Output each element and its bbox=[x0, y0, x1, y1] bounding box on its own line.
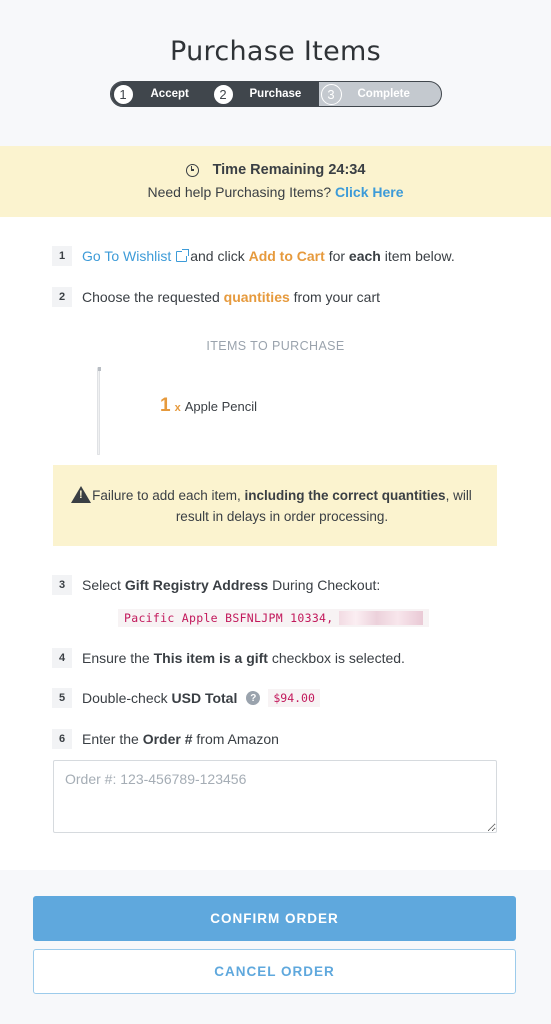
instruction-step-5: 5 Double-check USD Total ? $94.00 bbox=[52, 688, 320, 708]
step-text: Choose the requested bbox=[82, 289, 220, 305]
step-label: Accept bbox=[150, 88, 189, 100]
instruction-step-3: 3 Select Gift Registry Address During Ch… bbox=[52, 575, 380, 595]
step-text: from Amazon bbox=[196, 731, 279, 747]
step-emphasis: Order # bbox=[142, 731, 193, 747]
confirm-order-button[interactable]: CONFIRM ORDER bbox=[33, 896, 516, 941]
step-emphasis: each bbox=[348, 248, 381, 264]
external-link-icon[interactable] bbox=[176, 248, 190, 262]
instruction-step-4: 4 Ensure the This item is a gift checkbo… bbox=[52, 648, 405, 668]
instruction-step-2: 2 Choose the requested quantities from y… bbox=[52, 287, 380, 307]
step-accept: 1 Accept bbox=[110, 82, 211, 106]
instruction-step-6: 6 Enter the Order # from Amazon bbox=[52, 729, 279, 749]
step-label: Purchase bbox=[249, 88, 302, 100]
step-emphasis: This item is a gift bbox=[153, 650, 268, 666]
timer-banner: Time Remaining 24:34 Need help Purchasin… bbox=[0, 146, 551, 217]
clock-icon bbox=[185, 163, 199, 177]
instruction-step-1: 1 Go To Wishlist and click Add to Cart f… bbox=[52, 246, 455, 266]
progress-stepper: 1 Accept 2 Purchase 3 Complete bbox=[109, 81, 442, 107]
redacted-address bbox=[339, 611, 424, 625]
step-text: During Checkout: bbox=[272, 577, 381, 593]
step-text: item below. bbox=[384, 248, 455, 264]
warning-text-part: Failure to add each item, bbox=[92, 487, 241, 503]
step-purchase: 2 Purchase bbox=[210, 82, 319, 106]
quantities-text: quantities bbox=[223, 289, 290, 305]
time-remaining-label: Time Remaining 24:34 bbox=[212, 162, 366, 178]
address-text: Pacific Apple BSFNLJPM 10334, bbox=[124, 611, 334, 625]
step-badge: 6 bbox=[52, 729, 72, 749]
instructions-panel: 1 Go To Wishlist and click Add to Cart f… bbox=[0, 217, 551, 870]
step-badge: 5 bbox=[52, 688, 72, 708]
step-text: Select bbox=[82, 577, 121, 593]
item-quantity: 1 bbox=[160, 395, 171, 416]
item-name: Apple Pencil bbox=[184, 399, 257, 414]
page-header: Purchase Items 1 Accept 2 Purchase 3 Com… bbox=[0, 0, 551, 146]
order-number-input[interactable] bbox=[53, 760, 497, 833]
question-icon[interactable]: ? bbox=[246, 691, 261, 705]
step-text: checkbox is selected. bbox=[271, 650, 405, 666]
step-text: Double-check bbox=[82, 690, 168, 706]
step-badge: 3 bbox=[52, 575, 72, 595]
step-badge: 4 bbox=[52, 648, 72, 668]
add-to-cart-text: Add to Cart bbox=[248, 248, 325, 264]
step-label: Complete bbox=[357, 88, 410, 100]
item-times: x bbox=[174, 402, 181, 414]
step-text: Ensure the bbox=[82, 650, 150, 666]
warning-text: Failure to add each item, including the … bbox=[53, 485, 497, 527]
apple-pencil-image bbox=[96, 367, 102, 457]
step-badge: 2 bbox=[52, 287, 72, 307]
step-badge: 1 bbox=[52, 246, 72, 266]
usd-total: $94.00 bbox=[268, 689, 320, 707]
step-text: and click bbox=[190, 248, 245, 264]
step-emphasis: Gift Registry Address bbox=[124, 577, 269, 593]
warning-emphasis: including the correct quantities bbox=[244, 487, 446, 503]
action-footer: CONFIRM ORDER CANCEL ORDER bbox=[0, 870, 551, 1024]
gift-registry-address: Pacific Apple BSFNLJPM 10334, bbox=[118, 609, 430, 627]
items-title: ITEMS TO PURCHASE bbox=[206, 339, 345, 353]
wishlist-link[interactable]: Go To Wishlist bbox=[82, 248, 171, 264]
help-link[interactable]: Click Here bbox=[335, 184, 403, 200]
step-emphasis: USD Total bbox=[171, 690, 238, 706]
step-complete: 3 Complete bbox=[319, 82, 441, 106]
cancel-order-button[interactable]: CANCEL ORDER bbox=[33, 949, 516, 994]
step-number: 3 bbox=[320, 83, 342, 105]
item-row: 1 x Apple Pencil bbox=[160, 395, 257, 417]
pencil-graphic bbox=[97, 367, 101, 455]
help-line: Need help Purchasing Items? Click Here bbox=[0, 184, 551, 200]
page-title: Purchase Items bbox=[170, 36, 381, 67]
step-text: Enter the bbox=[82, 731, 139, 747]
step-text: from your cart bbox=[293, 289, 381, 305]
help-text: Need help Purchasing Items? bbox=[147, 184, 332, 200]
step-text: for bbox=[328, 248, 346, 264]
step-number: 1 bbox=[112, 83, 134, 105]
warning-icon bbox=[71, 486, 91, 503]
time-remaining: Time Remaining 24:34 bbox=[0, 162, 551, 178]
step-number: 2 bbox=[212, 83, 234, 105]
warning-banner: Failure to add each item, including the … bbox=[53, 465, 497, 546]
